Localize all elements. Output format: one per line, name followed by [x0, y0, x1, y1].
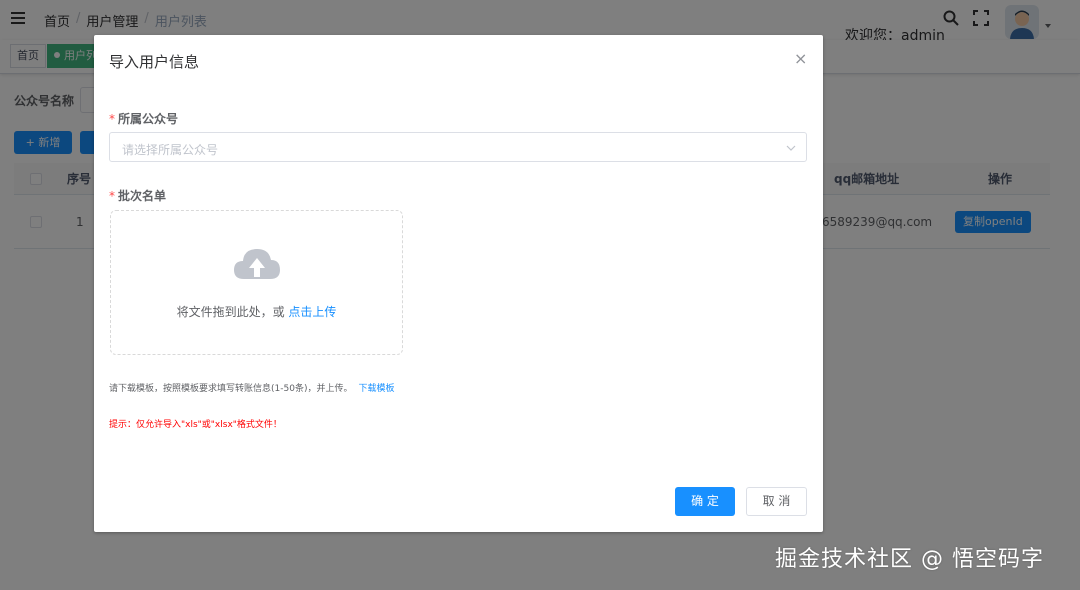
confirm-button[interactable]: 确 定 [675, 487, 735, 516]
upload-dropzone[interactable]: 将文件拖到此处，或 点击上传 [110, 210, 403, 355]
account-select[interactable]: 请选择所属公众号 [109, 132, 807, 162]
upload-text: 将文件拖到此处，或 点击上传 [176, 305, 337, 319]
account-label: * 所属公众号 [109, 112, 179, 126]
download-template-link[interactable]: 下载模板 [358, 384, 394, 394]
format-warning: 提示：仅允许导入"xls"或"xlsx"格式文件！ [109, 420, 282, 430]
template-tip: 请下载模板，按照模板要求填写转账信息(1-50条)，并上传。 下载模板 [109, 384, 395, 394]
cancel-button[interactable]: 取 消 [746, 487, 807, 516]
batch-label: * 批次名单 [109, 189, 167, 203]
dialog-title: 导入用户信息 [109, 53, 200, 71]
click-upload-link[interactable]: 点击上传 [288, 305, 336, 319]
chevron-down-icon [786, 145, 796, 151]
import-users-dialog: 导入用户信息 × * 所属公众号 请选择所属公众号 * 批次名单 将文件拖到此处，或… [94, 35, 823, 532]
cloud-upload-icon [234, 249, 280, 279]
required-mark: * [109, 189, 115, 203]
close-icon[interactable]: × [794, 51, 807, 67]
watermark: 掘金技术社区 @ 悟空码字 [775, 547, 1044, 572]
account-select-placeholder: 请选择所属公众号 [122, 143, 219, 157]
required-mark: * [109, 112, 115, 126]
